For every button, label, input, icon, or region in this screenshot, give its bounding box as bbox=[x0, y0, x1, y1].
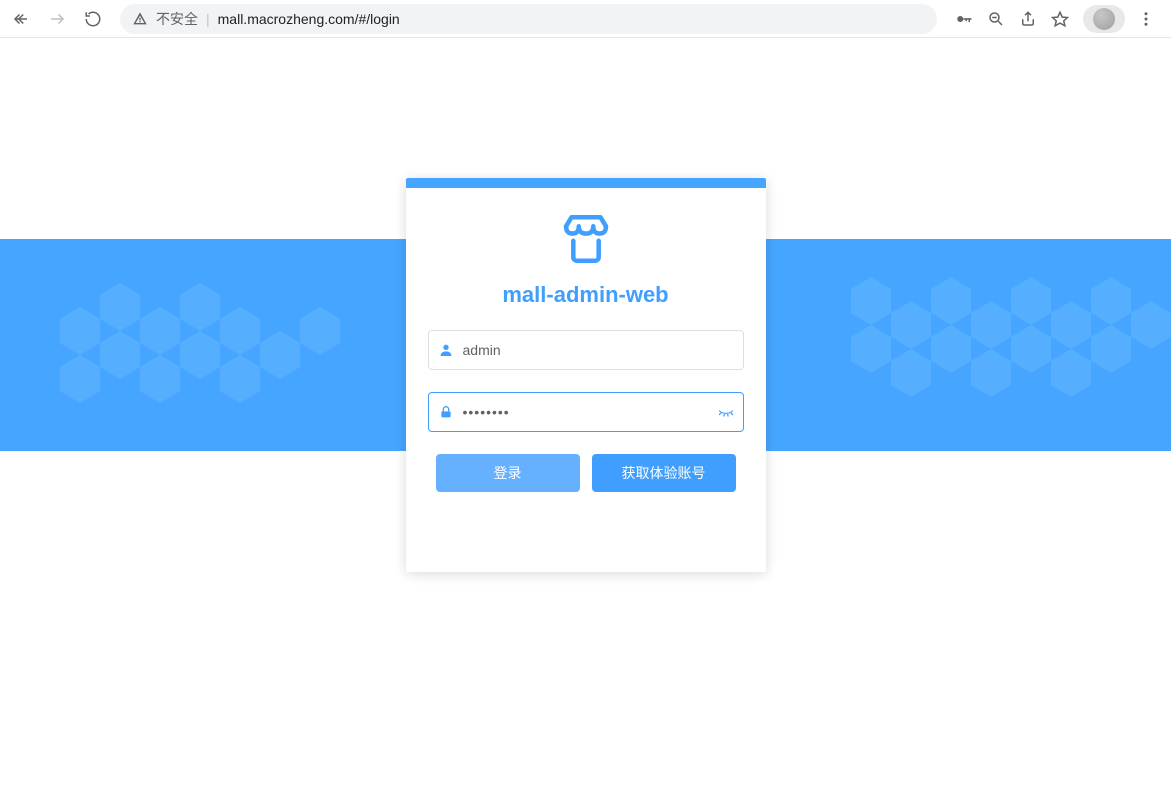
password-field[interactable] bbox=[428, 392, 744, 432]
eye-closed-icon bbox=[717, 403, 735, 421]
menu-button[interactable] bbox=[1131, 4, 1161, 34]
hex-pattern-right bbox=[791, 239, 1171, 451]
password-input[interactable] bbox=[463, 393, 709, 431]
browser-right-icons bbox=[949, 4, 1161, 34]
separator: | bbox=[206, 11, 210, 27]
reload-button[interactable] bbox=[78, 4, 108, 34]
username-field[interactable] bbox=[428, 330, 744, 370]
browser-toolbar: 不安全 | mall.macrozheng.com/#/login bbox=[0, 0, 1171, 38]
avatar-icon bbox=[1093, 8, 1115, 30]
app-logo bbox=[406, 210, 766, 268]
lock-icon bbox=[429, 404, 463, 420]
app-title: mall-admin-web bbox=[406, 282, 766, 308]
not-secure-label: 不安全 bbox=[156, 9, 198, 29]
username-input[interactable] bbox=[463, 331, 743, 369]
hex-pattern-left bbox=[0, 239, 380, 451]
address-bar[interactable]: 不安全 | mall.macrozheng.com/#/login bbox=[120, 4, 937, 34]
page-viewport: mall-admin-web 登录 获取体验账号 bbox=[0, 38, 1171, 802]
reload-icon bbox=[84, 10, 102, 28]
not-secure-icon bbox=[132, 11, 148, 27]
back-button[interactable] bbox=[6, 4, 36, 34]
share-icon bbox=[1019, 10, 1037, 28]
toggle-password-button[interactable] bbox=[709, 403, 743, 421]
url-text: mall.macrozheng.com/#/login bbox=[218, 11, 400, 27]
password-key-button[interactable] bbox=[949, 4, 979, 34]
login-button[interactable]: 登录 bbox=[436, 454, 580, 492]
zoom-button[interactable] bbox=[981, 4, 1011, 34]
card-accent-bar bbox=[406, 178, 766, 188]
get-trial-button[interactable]: 获取体验账号 bbox=[592, 454, 736, 492]
profile-button[interactable] bbox=[1083, 5, 1125, 33]
bookmark-button[interactable] bbox=[1045, 4, 1075, 34]
button-row: 登录 获取体验账号 bbox=[406, 454, 766, 492]
storefront-icon bbox=[557, 210, 615, 268]
forward-button[interactable] bbox=[42, 4, 72, 34]
key-icon bbox=[955, 10, 973, 28]
arrow-right-icon bbox=[48, 10, 66, 28]
star-icon bbox=[1051, 10, 1069, 28]
login-card: mall-admin-web 登录 获取体验账号 bbox=[406, 178, 766, 572]
user-icon bbox=[429, 342, 463, 358]
kebab-icon bbox=[1137, 10, 1155, 28]
zoom-out-icon bbox=[987, 10, 1005, 28]
share-button[interactable] bbox=[1013, 4, 1043, 34]
